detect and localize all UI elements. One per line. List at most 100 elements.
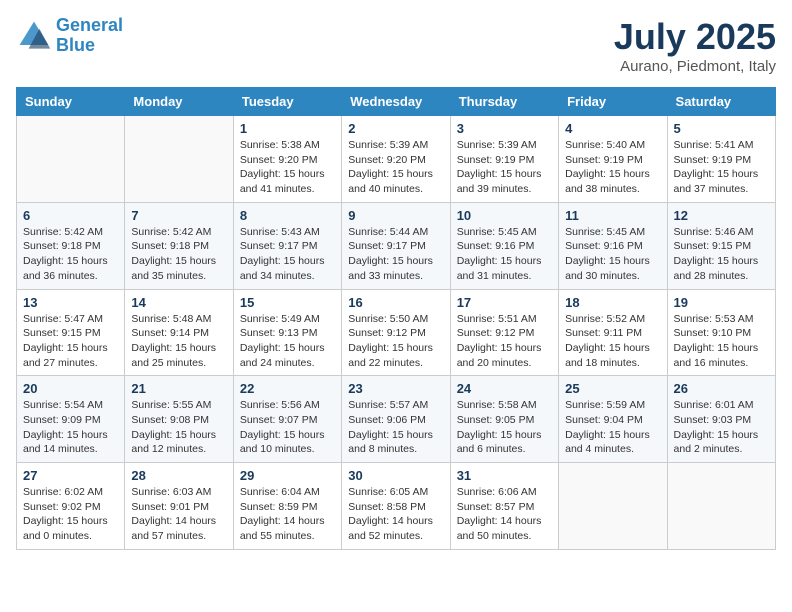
calendar-cell: 12 Sunrise: 5:46 AMSunset: 9:15 PMDaylig…	[667, 202, 775, 289]
day-number: 13	[23, 295, 118, 310]
day-number: 9	[348, 208, 443, 223]
calendar-cell: 24 Sunrise: 5:58 AMSunset: 9:05 PMDaylig…	[450, 376, 558, 463]
day-number: 5	[674, 121, 769, 136]
calendar-cell: 31 Sunrise: 6:06 AMSunset: 8:57 PMDaylig…	[450, 463, 558, 550]
day-number: 26	[674, 381, 769, 396]
day-number: 2	[348, 121, 443, 136]
page-container: General Blue July 2025 Aurano, Piedmont,…	[16, 16, 776, 550]
cell-details: Sunrise: 5:51 AMSunset: 9:12 PMDaylight:…	[457, 312, 552, 371]
cell-details: Sunrise: 5:39 AMSunset: 9:19 PMDaylight:…	[457, 138, 552, 197]
cell-details: Sunrise: 6:04 AMSunset: 8:59 PMDaylight:…	[240, 485, 335, 544]
calendar-week-row: 13 Sunrise: 5:47 AMSunset: 9:15 PMDaylig…	[17, 289, 776, 376]
cell-details: Sunrise: 5:40 AMSunset: 9:19 PMDaylight:…	[565, 138, 660, 197]
day-number: 31	[457, 468, 552, 483]
day-number: 29	[240, 468, 335, 483]
calendar-cell: 26 Sunrise: 6:01 AMSunset: 9:03 PMDaylig…	[667, 376, 775, 463]
cell-details: Sunrise: 5:59 AMSunset: 9:04 PMDaylight:…	[565, 398, 660, 457]
calendar-week-row: 1 Sunrise: 5:38 AMSunset: 9:20 PMDayligh…	[17, 116, 776, 203]
day-number: 1	[240, 121, 335, 136]
header-wednesday: Wednesday	[342, 88, 450, 116]
day-number: 30	[348, 468, 443, 483]
calendar-cell: 21 Sunrise: 5:55 AMSunset: 9:08 PMDaylig…	[125, 376, 233, 463]
calendar-cell: 2 Sunrise: 5:39 AMSunset: 9:20 PMDayligh…	[342, 116, 450, 203]
cell-details: Sunrise: 5:42 AMSunset: 9:18 PMDaylight:…	[23, 225, 118, 284]
page-header: General Blue July 2025 Aurano, Piedmont,…	[16, 16, 776, 75]
day-number: 15	[240, 295, 335, 310]
day-number: 21	[131, 381, 226, 396]
calendar-cell: 5 Sunrise: 5:41 AMSunset: 9:19 PMDayligh…	[667, 116, 775, 203]
calendar-cell: 16 Sunrise: 5:50 AMSunset: 9:12 PMDaylig…	[342, 289, 450, 376]
weekday-header-row: Sunday Monday Tuesday Wednesday Thursday…	[17, 88, 776, 116]
calendar-cell: 10 Sunrise: 5:45 AMSunset: 9:16 PMDaylig…	[450, 202, 558, 289]
calendar-cell: 25 Sunrise: 5:59 AMSunset: 9:04 PMDaylig…	[559, 376, 667, 463]
day-number: 7	[131, 208, 226, 223]
calendar-cell: 20 Sunrise: 5:54 AMSunset: 9:09 PMDaylig…	[17, 376, 125, 463]
day-number: 28	[131, 468, 226, 483]
day-number: 19	[674, 295, 769, 310]
title-block: July 2025 Aurano, Piedmont, Italy	[614, 16, 776, 75]
day-number: 20	[23, 381, 118, 396]
cell-details: Sunrise: 5:55 AMSunset: 9:08 PMDaylight:…	[131, 398, 226, 457]
cell-details: Sunrise: 5:38 AMSunset: 9:20 PMDaylight:…	[240, 138, 335, 197]
day-number: 10	[457, 208, 552, 223]
day-number: 27	[23, 468, 118, 483]
calendar-cell: 23 Sunrise: 5:57 AMSunset: 9:06 PMDaylig…	[342, 376, 450, 463]
header-friday: Friday	[559, 88, 667, 116]
day-number: 24	[457, 381, 552, 396]
calendar-cell: 29 Sunrise: 6:04 AMSunset: 8:59 PMDaylig…	[233, 463, 341, 550]
cell-details: Sunrise: 5:46 AMSunset: 9:15 PMDaylight:…	[674, 225, 769, 284]
calendar-cell: 11 Sunrise: 5:45 AMSunset: 9:16 PMDaylig…	[559, 202, 667, 289]
day-number: 8	[240, 208, 335, 223]
cell-details: Sunrise: 5:48 AMSunset: 9:14 PMDaylight:…	[131, 312, 226, 371]
calendar-cell: 4 Sunrise: 5:40 AMSunset: 9:19 PMDayligh…	[559, 116, 667, 203]
day-number: 12	[674, 208, 769, 223]
cell-details: Sunrise: 5:44 AMSunset: 9:17 PMDaylight:…	[348, 225, 443, 284]
day-number: 16	[348, 295, 443, 310]
calendar-cell: 3 Sunrise: 5:39 AMSunset: 9:19 PMDayligh…	[450, 116, 558, 203]
day-number: 11	[565, 208, 660, 223]
calendar-cell: 30 Sunrise: 6:05 AMSunset: 8:58 PMDaylig…	[342, 463, 450, 550]
calendar-cell: 14 Sunrise: 5:48 AMSunset: 9:14 PMDaylig…	[125, 289, 233, 376]
calendar-cell: 7 Sunrise: 5:42 AMSunset: 9:18 PMDayligh…	[125, 202, 233, 289]
header-saturday: Saturday	[667, 88, 775, 116]
day-number: 14	[131, 295, 226, 310]
calendar-cell: 15 Sunrise: 5:49 AMSunset: 9:13 PMDaylig…	[233, 289, 341, 376]
logo-text: General Blue	[56, 16, 123, 56]
cell-details: Sunrise: 5:58 AMSunset: 9:05 PMDaylight:…	[457, 398, 552, 457]
location-subtitle: Aurano, Piedmont, Italy	[614, 58, 776, 75]
header-sunday: Sunday	[17, 88, 125, 116]
calendar-cell: 1 Sunrise: 5:38 AMSunset: 9:20 PMDayligh…	[233, 116, 341, 203]
cell-details: Sunrise: 5:41 AMSunset: 9:19 PMDaylight:…	[674, 138, 769, 197]
calendar-table: Sunday Monday Tuesday Wednesday Thursday…	[16, 87, 776, 550]
cell-details: Sunrise: 6:02 AMSunset: 9:02 PMDaylight:…	[23, 485, 118, 544]
cell-details: Sunrise: 5:50 AMSunset: 9:12 PMDaylight:…	[348, 312, 443, 371]
calendar-cell: 9 Sunrise: 5:44 AMSunset: 9:17 PMDayligh…	[342, 202, 450, 289]
day-number: 3	[457, 121, 552, 136]
logo-icon	[16, 18, 52, 54]
cell-details: Sunrise: 6:06 AMSunset: 8:57 PMDaylight:…	[457, 485, 552, 544]
cell-details: Sunrise: 5:53 AMSunset: 9:10 PMDaylight:…	[674, 312, 769, 371]
calendar-week-row: 20 Sunrise: 5:54 AMSunset: 9:09 PMDaylig…	[17, 376, 776, 463]
calendar-cell: 13 Sunrise: 5:47 AMSunset: 9:15 PMDaylig…	[17, 289, 125, 376]
header-tuesday: Tuesday	[233, 88, 341, 116]
cell-details: Sunrise: 5:47 AMSunset: 9:15 PMDaylight:…	[23, 312, 118, 371]
cell-details: Sunrise: 5:57 AMSunset: 9:06 PMDaylight:…	[348, 398, 443, 457]
cell-details: Sunrise: 5:54 AMSunset: 9:09 PMDaylight:…	[23, 398, 118, 457]
calendar-cell: 22 Sunrise: 5:56 AMSunset: 9:07 PMDaylig…	[233, 376, 341, 463]
cell-details: Sunrise: 5:45 AMSunset: 9:16 PMDaylight:…	[457, 225, 552, 284]
cell-details: Sunrise: 5:56 AMSunset: 9:07 PMDaylight:…	[240, 398, 335, 457]
day-number: 23	[348, 381, 443, 396]
calendar-cell: 17 Sunrise: 5:51 AMSunset: 9:12 PMDaylig…	[450, 289, 558, 376]
calendar-cell: 6 Sunrise: 5:42 AMSunset: 9:18 PMDayligh…	[17, 202, 125, 289]
cell-details: Sunrise: 5:52 AMSunset: 9:11 PMDaylight:…	[565, 312, 660, 371]
calendar-cell: 18 Sunrise: 5:52 AMSunset: 9:11 PMDaylig…	[559, 289, 667, 376]
header-thursday: Thursday	[450, 88, 558, 116]
calendar-cell	[125, 116, 233, 203]
day-number: 17	[457, 295, 552, 310]
calendar-cell	[667, 463, 775, 550]
calendar-cell: 28 Sunrise: 6:03 AMSunset: 9:01 PMDaylig…	[125, 463, 233, 550]
calendar-cell	[559, 463, 667, 550]
cell-details: Sunrise: 5:42 AMSunset: 9:18 PMDaylight:…	[131, 225, 226, 284]
cell-details: Sunrise: 6:05 AMSunset: 8:58 PMDaylight:…	[348, 485, 443, 544]
calendar-cell: 8 Sunrise: 5:43 AMSunset: 9:17 PMDayligh…	[233, 202, 341, 289]
